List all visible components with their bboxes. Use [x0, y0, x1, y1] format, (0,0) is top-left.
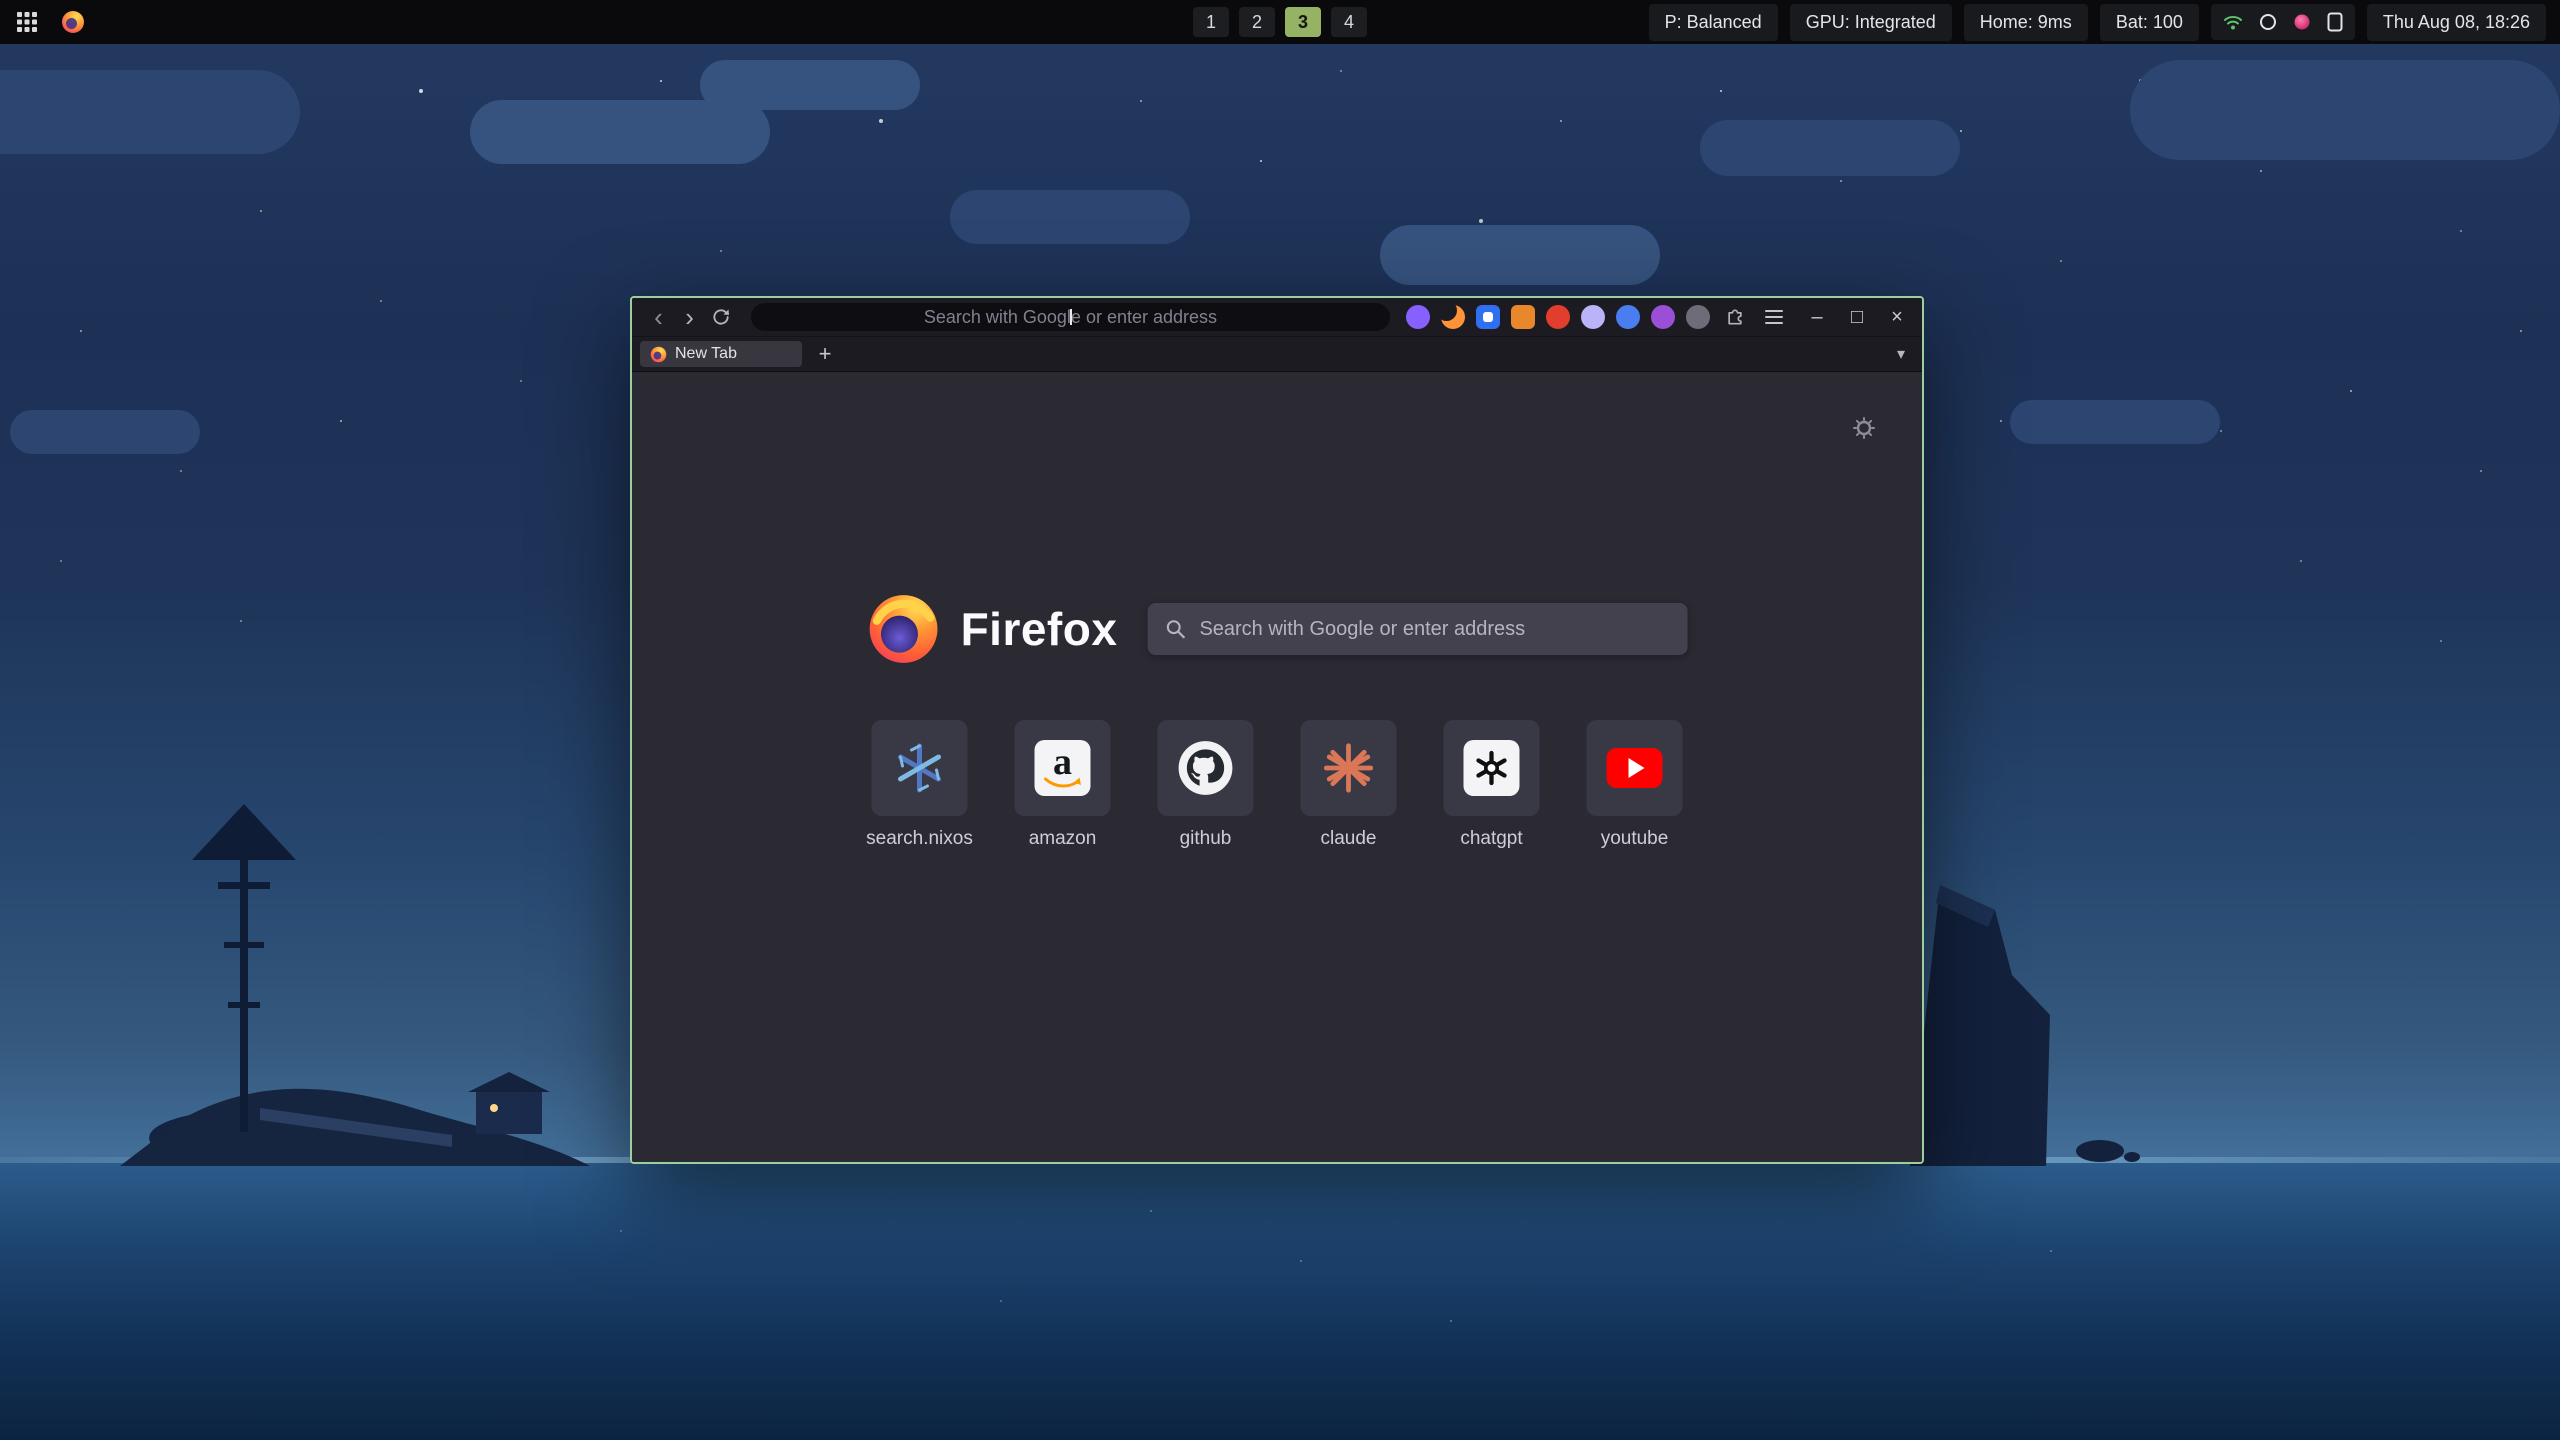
menu-button[interactable]	[1761, 303, 1788, 331]
new-tab-page: Firefox Search with Google or enter addr…	[632, 372, 1922, 1162]
color-temperature-icon	[2293, 13, 2311, 31]
firefox-window: ‹ › Search with Google or enter address	[630, 296, 1924, 1164]
extension-amber-box-icon[interactable]	[1511, 305, 1535, 329]
workspace-switcher: 1 2 3 4	[1193, 7, 1367, 37]
amazon-icon: a	[1035, 740, 1091, 796]
power-profile-status: P: Balanced	[1649, 4, 1778, 41]
firefox-launcher-icon[interactable]	[60, 9, 86, 35]
new-tab-button[interactable]: +	[812, 341, 838, 367]
cloud	[950, 190, 1190, 244]
github-octocat-icon	[1177, 739, 1235, 797]
shortcut-search-nixos[interactable]: search.nixos	[872, 720, 968, 850]
tablet-icon	[2327, 12, 2343, 32]
back-button[interactable]: ‹	[644, 302, 673, 332]
cloud	[10, 410, 200, 454]
puzzle-icon	[1725, 307, 1745, 327]
battery-status: Bat: 100	[2100, 4, 2199, 41]
reload-icon	[711, 307, 731, 327]
tab-new-tab[interactable]: New Tab	[640, 341, 802, 367]
firefox-favicon	[650, 346, 667, 363]
left-island-watchtower	[120, 790, 640, 1166]
extension-lavender-circle-icon[interactable]	[1581, 305, 1605, 329]
cloud	[2130, 60, 2560, 160]
clock: Thu Aug 08, 18:26	[2367, 4, 2546, 41]
extension-gray-circle-icon[interactable]	[1686, 305, 1710, 329]
cloud	[0, 70, 300, 154]
claude-starburst-icon	[1322, 741, 1376, 795]
right-cliff	[1900, 855, 2140, 1166]
ping-status: Home: 9ms	[1964, 4, 2088, 41]
browser-toolbar: ‹ › Search with Google or enter address	[632, 298, 1922, 337]
extensions-puzzle-button[interactable]	[1722, 303, 1749, 331]
firefox-wordmark: Firefox	[961, 602, 1118, 656]
shortcut-label: youtube	[1601, 828, 1669, 850]
extension-violet-circle-icon[interactable]	[1651, 305, 1675, 329]
maximize-button[interactable]: □	[1844, 304, 1870, 330]
personalize-button[interactable]	[1850, 414, 1878, 442]
shortcut-github[interactable]: github	[1158, 720, 1254, 850]
shortcut-chatgpt[interactable]: chatgpt	[1444, 720, 1540, 850]
shortcut-label: github	[1180, 828, 1232, 850]
extension-orange-crescent-icon[interactable]	[1441, 305, 1465, 329]
extension-purple-circle-icon[interactable]	[1406, 305, 1430, 329]
bluetooth-status-icon	[2259, 13, 2277, 31]
youtube-icon	[1607, 748, 1663, 788]
search-placeholder: Search with Google or enter address	[1199, 618, 1525, 641]
forward-button[interactable]: ›	[675, 302, 704, 332]
chatgpt-icon	[1464, 740, 1520, 796]
workspace-3-active[interactable]: 3	[1285, 7, 1321, 37]
status-cluster: P: Balanced GPU: Integrated Home: 9ms Ba…	[1649, 4, 2546, 41]
cloud	[2010, 400, 2220, 444]
window-controls: – □ ×	[1804, 304, 1910, 330]
shortcut-claude[interactable]: claude	[1301, 720, 1397, 850]
tray-icons	[2211, 4, 2355, 40]
newtab-search-input[interactable]: Search with Google or enter address	[1147, 603, 1687, 655]
top-bar: 1 2 3 4 P: Balanced GPU: Integrated Home…	[0, 0, 2560, 44]
close-button[interactable]: ×	[1884, 304, 1910, 330]
minimize-button[interactable]: –	[1804, 304, 1830, 330]
wifi-icon	[2223, 13, 2243, 31]
shortcut-label: claude	[1321, 828, 1377, 850]
workspace-4[interactable]: 4	[1331, 7, 1367, 37]
cloud	[1380, 225, 1660, 285]
hamburger-icon	[1765, 310, 1783, 324]
extension-blue-shield-icon[interactable]	[1476, 305, 1500, 329]
extension-red-circle-icon[interactable]	[1546, 305, 1570, 329]
gpu-status: GPU: Integrated	[1790, 4, 1952, 41]
url-bar[interactable]: Search with Google or enter address	[751, 303, 1390, 331]
cloud	[1700, 120, 1960, 176]
cloud	[700, 60, 920, 110]
firefox-logo	[867, 592, 941, 666]
nixos-snowflake-icon	[892, 740, 948, 796]
search-icon	[1165, 619, 1185, 639]
tab-title: New Tab	[675, 345, 737, 363]
shortcut-label: chatgpt	[1460, 828, 1522, 850]
shortcut-youtube[interactable]: youtube	[1587, 720, 1683, 850]
tab-bar: New Tab + ▾	[632, 337, 1922, 372]
apps-grid-icon[interactable]	[14, 9, 40, 35]
list-all-tabs-button[interactable]: ▾	[1888, 341, 1914, 367]
shortcut-label: search.nixos	[866, 828, 973, 850]
newtab-hero: Firefox Search with Google or enter addr…	[867, 592, 1688, 666]
text-caret	[1070, 309, 1072, 325]
extension-buttons	[1406, 305, 1710, 329]
shortcut-tiles: search.nixos a amazon	[872, 720, 1683, 850]
ocean	[0, 1163, 2560, 1440]
shortcut-label: amazon	[1029, 828, 1097, 850]
reload-button[interactable]	[706, 302, 735, 332]
workspace-1[interactable]: 1	[1193, 7, 1229, 37]
gear-icon	[1852, 416, 1876, 440]
workspace-2[interactable]: 2	[1239, 7, 1275, 37]
extension-blue-circle-icon[interactable]	[1616, 305, 1640, 329]
shortcut-amazon[interactable]: a amazon	[1015, 720, 1111, 850]
